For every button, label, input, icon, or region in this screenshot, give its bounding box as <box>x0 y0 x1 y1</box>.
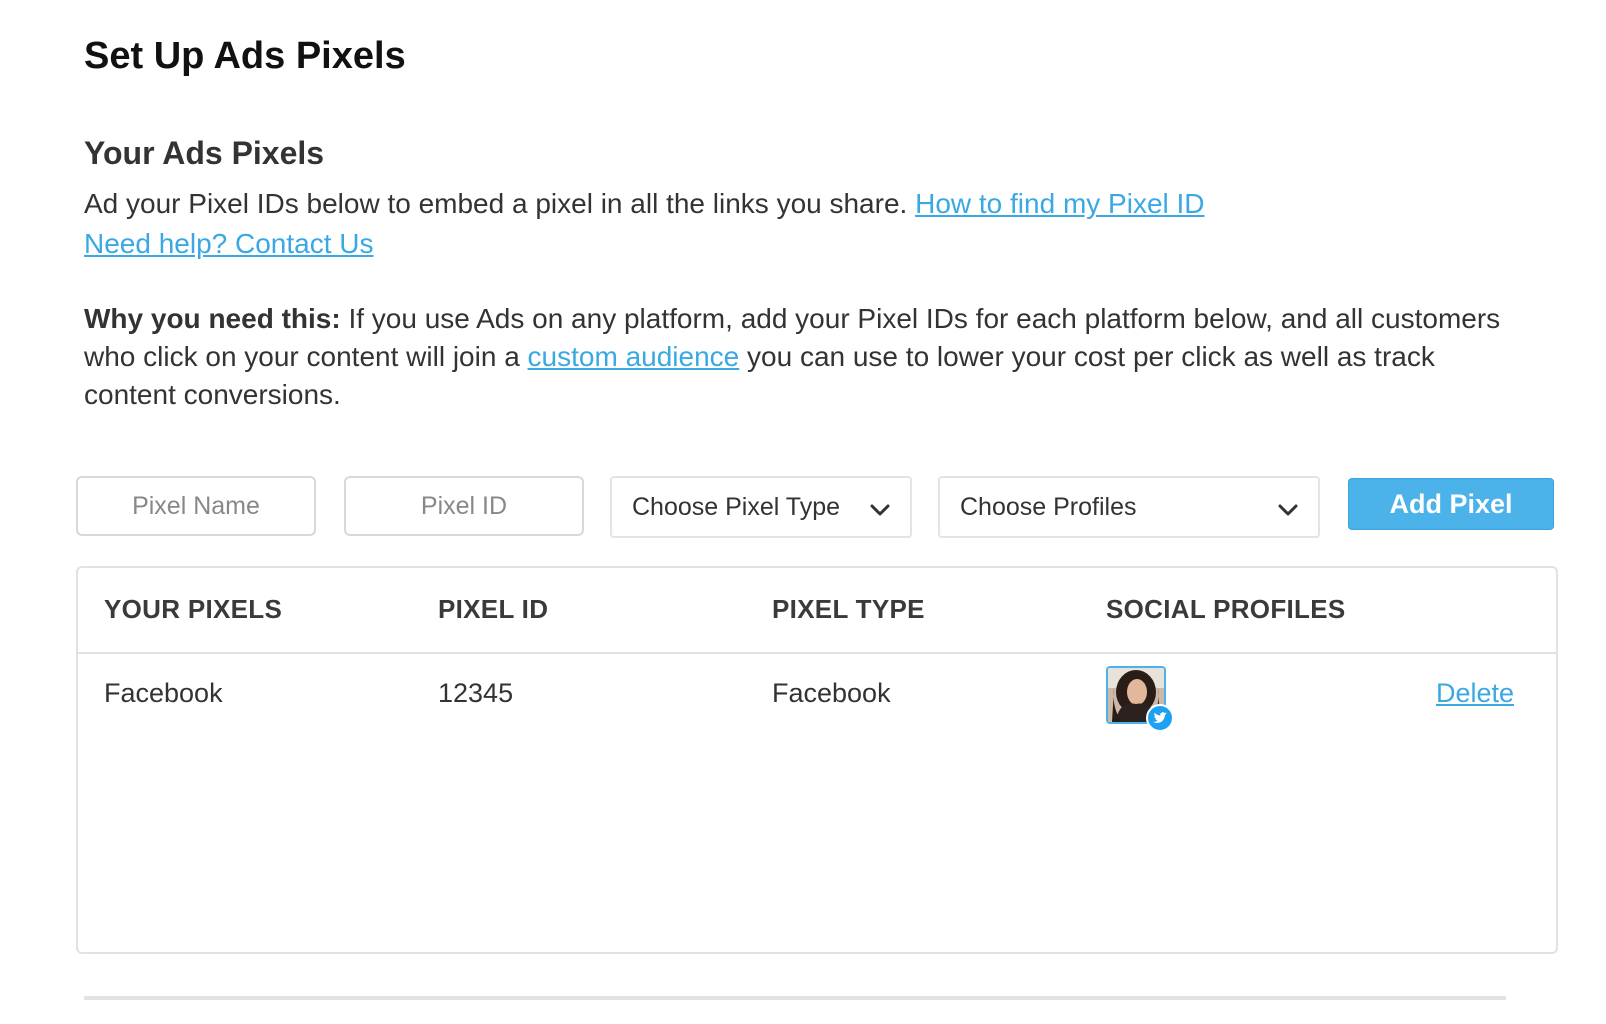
chevron-down-icon <box>870 504 890 516</box>
bottom-divider <box>84 996 1506 1000</box>
profile-avatar[interactable] <box>1106 666 1174 732</box>
header-pixel-id: PIXEL ID <box>438 594 549 624</box>
contact-us-link[interactable]: Need help? Contact Us <box>84 228 374 259</box>
ads-pixels-page: Set Up Ads Pixels Your Ads Pixels Ad you… <box>0 0 1606 1024</box>
find-pixel-id-link[interactable]: How to find my Pixel ID <box>915 188 1204 219</box>
page-title: Set Up Ads Pixels <box>84 35 406 77</box>
intro-text: Ad your Pixel IDs below to embed a pixel… <box>84 188 908 219</box>
table-header: YOUR PIXELS PIXEL ID PIXEL TYPE SOCIAL P… <box>78 568 1556 654</box>
pixel-type-selected: Choose Pixel Type <box>632 492 840 521</box>
custom-audience-link[interactable]: custom audience <box>528 341 740 372</box>
table-row: Facebook 12345 Facebook Delete <box>78 654 1556 740</box>
pixel-id-input[interactable] <box>344 476 584 536</box>
add-pixel-button[interactable]: Add Pixel <box>1348 478 1554 530</box>
header-social-profiles: SOCIAL PROFILES <box>1106 594 1346 624</box>
cell-pixel-name: Facebook <box>104 678 223 708</box>
chevron-down-icon <box>1278 504 1298 516</box>
profiles-dropdown[interactable]: Choose Profiles <box>938 476 1320 538</box>
profiles-selected: Choose Profiles <box>960 492 1137 521</box>
header-pixel-type: PIXEL TYPE <box>772 594 925 624</box>
delete-link[interactable]: Delete <box>1436 678 1514 709</box>
twitter-icon <box>1146 704 1174 732</box>
help-paragraph: Need help? Contact Us <box>84 224 1524 264</box>
pixel-name-input[interactable] <box>76 476 316 536</box>
add-pixel-form: Choose Pixel Type Choose Profiles Add Pi… <box>76 476 1556 540</box>
cell-pixel-type: Facebook <box>772 678 891 708</box>
intro-block: Ad your Pixel IDs below to embed a pixel… <box>84 184 1524 264</box>
pixel-type-dropdown[interactable]: Choose Pixel Type <box>610 476 912 538</box>
intro-paragraph: Ad your Pixel IDs below to embed a pixel… <box>84 184 1524 224</box>
section-title: Your Ads Pixels <box>84 135 325 171</box>
cell-pixel-id: 12345 <box>438 678 514 708</box>
why-paragraph: Why you need this: If you use Ads on any… <box>84 300 1524 414</box>
header-your-pixels: YOUR PIXELS <box>104 594 283 624</box>
pixels-table: YOUR PIXELS PIXEL ID PIXEL TYPE SOCIAL P… <box>76 566 1558 954</box>
why-label: Why you need this: <box>84 303 341 334</box>
